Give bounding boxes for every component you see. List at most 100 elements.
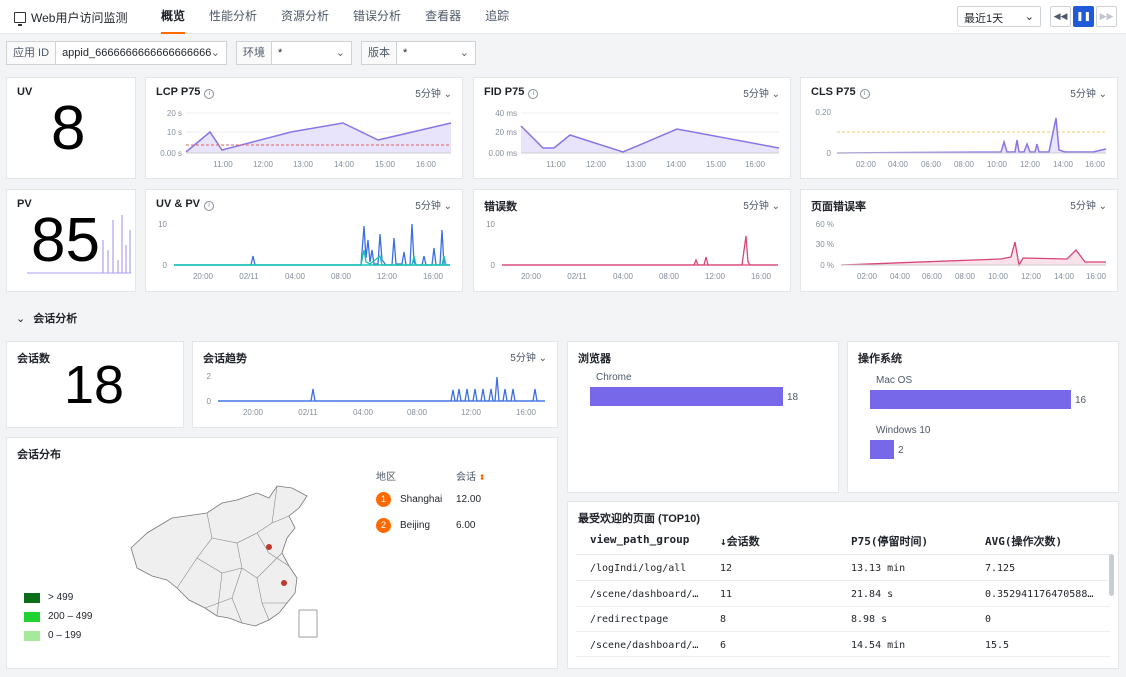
table-cell[interactable]: /redirectpage (590, 614, 710, 625)
pv-title: PV (17, 198, 32, 210)
os-label: Windows 10 (876, 425, 931, 436)
os-title: 操作系统 (858, 353, 902, 365)
region-value: 12.00 (456, 494, 482, 505)
y-tick: 40 ms (495, 109, 517, 118)
browser-bar-value: 18 (787, 392, 799, 403)
filter-label: 环境 (237, 42, 272, 64)
x-tick: 08:00 (331, 272, 352, 281)
table-cell: 13.13 min (851, 563, 906, 574)
table-cell[interactable]: /scene/dashboard/… (590, 640, 710, 651)
time-range-value: 最近1天 (964, 13, 1004, 25)
time-range-select[interactable]: 最近1天 ⌄ (957, 6, 1041, 27)
table-cell: 14.54 min (851, 640, 906, 651)
session-section-toggle[interactable]: ⌄ 会话分析 (16, 310, 77, 326)
env-filter[interactable]: 环境 * ⌄ (236, 41, 352, 65)
legend-swatch (24, 630, 40, 641)
region-name: Shanghai (400, 494, 443, 505)
session-trend-card: 会话趋势 5分钟 ⌄ 2 0 20:00 02/11 04:00 08:00 1… (192, 341, 558, 428)
y-tick: 30 % (816, 240, 834, 249)
y-tick: 0 (491, 261, 496, 270)
x-tick: 10:00 (987, 160, 1008, 169)
x-tick: 08:00 (954, 160, 975, 169)
table-cell: 8 (720, 614, 727, 625)
app-title: Web用户访问监测 (31, 11, 128, 25)
tab-errors[interactable]: 错误分析 (353, 0, 401, 34)
map-legend-item[interactable]: 0 – 199 (24, 630, 81, 641)
x-tick: 14:00 (334, 160, 355, 169)
browser-bar[interactable] (590, 387, 783, 406)
x-tick: 02/11 (567, 272, 587, 281)
sort-icon: ⬍ (478, 473, 486, 482)
x-tick: 06:00 (922, 272, 943, 281)
browser-card: 浏览器 Chrome 18 (567, 341, 839, 493)
y-tick: 20 ms (495, 128, 517, 137)
session-count-title: 会话数 (17, 353, 50, 365)
table-cell: 11 (720, 589, 733, 600)
column-header[interactable]: P75(停留时间) (851, 533, 928, 549)
filter-value: * (403, 47, 408, 59)
table-cell[interactable]: /scene/dashboard/… (590, 589, 710, 600)
x-tick: 13:00 (626, 160, 647, 169)
forward-button[interactable]: ▶▶ (1096, 6, 1117, 27)
x-tick: 16:00 (1086, 272, 1107, 281)
x-tick: 20:00 (521, 272, 542, 281)
x-tick: 16:00 (745, 160, 766, 169)
x-tick: 20:00 (193, 272, 214, 281)
session-distribution-card: 会话分布 地区 会话 ⬍ 1 Shanghai 12.00 2 Beijing … (6, 437, 558, 669)
fid-card: FID P75 i 5分钟 ⌄ 40 ms 20 ms 0.00 ms 11:00… (473, 77, 791, 179)
os-bar[interactable] (870, 390, 1071, 409)
table-cell[interactable]: /logIndi/log/all (590, 563, 710, 574)
pause-button[interactable]: ❚❚ (1073, 6, 1094, 27)
x-tick: 04:00 (613, 272, 634, 281)
os-label: Mac OS (876, 375, 913, 386)
x-tick: 04:00 (888, 160, 909, 169)
tab-viewer[interactable]: 查看器 (425, 0, 461, 34)
x-tick: 06:00 (921, 160, 942, 169)
column-header[interactable]: ↓会话数 (720, 533, 760, 549)
table-scrollbar[interactable] (1109, 554, 1114, 596)
x-tick: 10:00 (988, 272, 1009, 281)
x-tick: 12:00 (1021, 272, 1042, 281)
region-value: 6.00 (456, 520, 476, 531)
y-tick: 0 % (820, 261, 834, 270)
pv-value: 85 (31, 206, 100, 275)
x-tick: 04:00 (890, 272, 911, 281)
table-cell: 0 (985, 614, 992, 625)
chevron-down-icon: ⌄ (1024, 11, 1034, 23)
app-id-filter[interactable]: 应用 ID appid_6666666666666666666 ⌄ (6, 41, 227, 65)
x-tick: 20:00 (243, 408, 264, 417)
tab-overview[interactable]: 概览 (161, 0, 186, 34)
rewind-button[interactable]: ◀◀ (1050, 6, 1071, 27)
uv-title: UV (17, 86, 33, 98)
column-header[interactable]: AVG(操作次数) (985, 533, 1062, 549)
tab-resources[interactable]: 资源分析 (281, 0, 329, 34)
map-legend-item[interactable]: 200 – 499 (24, 611, 93, 622)
os-bar[interactable] (870, 440, 894, 459)
x-tick: 16:00 (416, 160, 437, 169)
tab-tracing[interactable]: 追踪 (485, 0, 509, 34)
map-legend-item[interactable]: > 499 (24, 592, 73, 603)
session-header[interactable]: 会话 ⬍ (456, 468, 485, 483)
os-bar-value: 16 (1075, 395, 1087, 406)
version-filter[interactable]: 版本 * ⌄ (361, 41, 476, 65)
pv-card: PV 85 (6, 189, 136, 292)
app-logo: Web用户访问监测 (14, 9, 127, 26)
y-tick: 10 (158, 220, 167, 229)
x-tick: 11:00 (213, 160, 233, 169)
filter-label: 版本 (362, 42, 397, 64)
x-tick: 12:00 (377, 272, 398, 281)
y-tick: 0 (207, 397, 212, 406)
x-tick: 12:00 (1020, 160, 1041, 169)
uv-value: 8 (51, 94, 86, 163)
column-header[interactable]: view_path_group (590, 533, 689, 546)
table-cell: 8.98 s (851, 614, 888, 625)
tab-performance[interactable]: 性能分析 (209, 0, 257, 34)
table-cell: 12 (720, 563, 733, 574)
errors-card: 错误数 5分钟 ⌄ 10 0 20:00 02/11 04:00 08:00 1… (473, 189, 791, 292)
chevron-down-icon: ⌄ (459, 47, 469, 59)
x-tick: 12:00 (461, 408, 482, 417)
session-trend-chart: 2 0 20:00 02/11 04:00 08:00 12:00 16:00 (207, 372, 545, 417)
cls-chart: 0.20 0 02:00 04:00 06:00 08:00 10:00 12:… (815, 108, 1107, 169)
x-tick: 14:00 (1054, 272, 1075, 281)
y-tick: 60 % (816, 220, 834, 229)
